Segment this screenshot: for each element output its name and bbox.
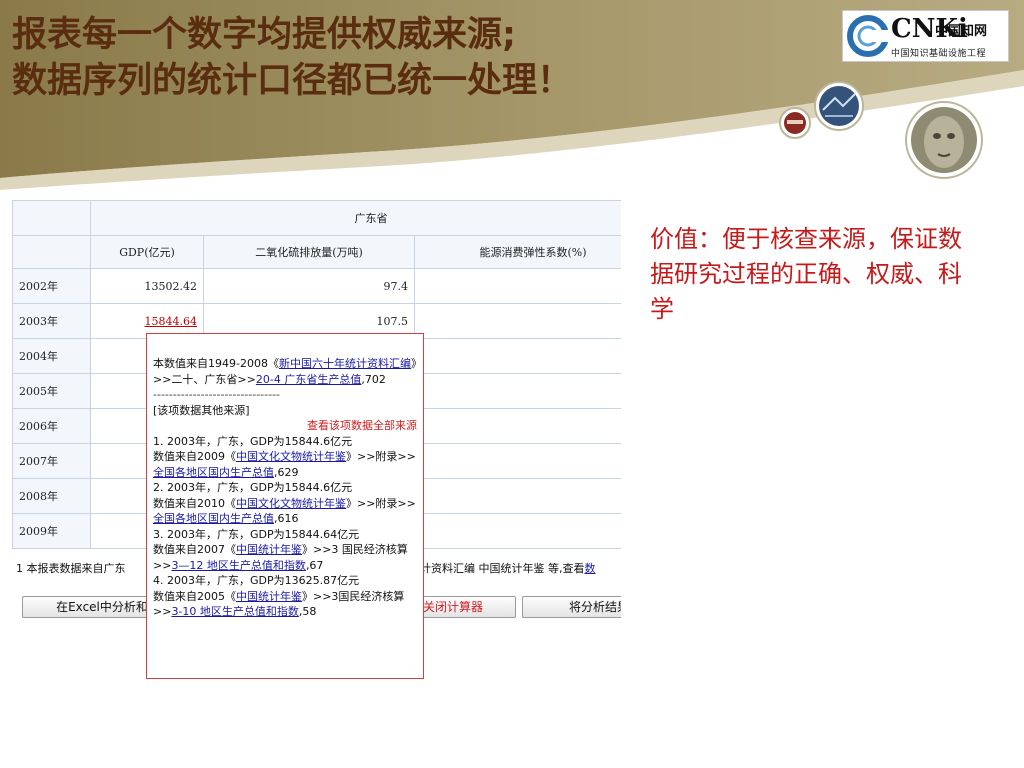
popup-entry-source: 数值来自2010《中国文化文物统计年鉴》>>附录>> 全国各地区国内生产总值,61… — [153, 496, 417, 527]
entry-item-link[interactable]: 3—12 地区生产总值和指数 — [171, 559, 306, 572]
decor-circle-medium — [814, 81, 864, 131]
table-header-columns-row: GDP(亿元) 二氧化硫排放量(万吨) 能源消费弹性系数(%) — [12, 235, 621, 269]
row-year: 2002年 — [12, 268, 91, 304]
slide-title: 报表每一个数字均提供权威来源; 数据序列的统计口径都已统一处理！ — [12, 12, 572, 104]
table-header-region-row: 广东省 — [12, 200, 621, 236]
popup-src-page: ,702 — [361, 372, 386, 386]
entry-mid: 》>>附录>> — [346, 450, 416, 463]
decor-circle-small — [779, 107, 811, 139]
region-header: 广东省 — [90, 200, 621, 236]
cell-energy[interactable]: 1.04 — [414, 303, 621, 339]
popup-other-sources-label: [该项数据其他来源] — [153, 403, 250, 417]
popup-entry-head: 1. 2003年，广东，GDP为15844.6亿元 — [153, 434, 353, 448]
entry-pre: 数值来自2005《 — [153, 589, 236, 603]
entry-pre: 数值来自2010《 — [153, 496, 236, 510]
cell-energy[interactable]: 1.22 — [414, 373, 621, 409]
entry-book-link[interactable]: 中国文化文物统计年鉴 — [236, 497, 346, 510]
entry-item-link[interactable]: 全国各地区国内生产总值 — [153, 512, 274, 525]
table-corner-cell-2 — [12, 235, 91, 269]
popup-entry-source: 数值来自2009《中国文化文物统计年鉴》>>附录>> 全国各地区国内生产总值,62… — [153, 449, 417, 480]
entry-book-link[interactable]: 中国统计年鉴 — [236, 543, 302, 556]
footnote-view-link[interactable]: 数 — [585, 562, 596, 575]
entry-page: ,629 — [274, 465, 299, 479]
decor-circle-large — [905, 101, 983, 179]
cell-energy[interactable]: 0.93 — [414, 268, 621, 304]
cnki-swirl-icon — [847, 15, 889, 57]
entry-book-link[interactable]: 中国统计年鉴 — [236, 590, 302, 603]
popup-primary-source: 本数值来自1949-2008《新中国六十年统计资料汇编》>>二十、广东省>>20… — [153, 356, 417, 387]
cell-so2[interactable]: 97.4 — [203, 268, 415, 304]
popup-entry-head: 4. 2003年，广东，GDP为13625.87亿元 — [153, 574, 360, 587]
row-year: 2007年 — [12, 443, 91, 479]
row-year: 2004年 — [12, 338, 91, 374]
value-note: 价值：便于核查来源，保证数据研究过程的正确、权威、科学 — [650, 225, 962, 323]
table-footnote: 1 本报表数据来自广东 — [16, 562, 126, 575]
cell-energy[interactable]: 0.71 — [414, 513, 621, 549]
save-analysis-result-button[interactable]: 将分析结果 — [522, 596, 621, 618]
entry-item-link[interactable]: 3-10 地区生产总值和指数 — [171, 605, 298, 618]
column-header-so2[interactable]: 二氧化硫排放量(万吨) — [203, 235, 415, 269]
row-year: 2009年 — [12, 513, 91, 549]
cell-energy[interactable]: 0.77 — [414, 408, 621, 444]
entry-page: ,616 — [274, 512, 299, 525]
entry-mid: 》>>附录>> — [346, 496, 416, 510]
view-all-sources-link[interactable]: 查看该项数据全部来源 — [153, 418, 417, 434]
row-year: 2008年 — [12, 478, 91, 514]
column-header-energy[interactable]: 能源消费弹性系数(%) — [414, 235, 621, 269]
logo-chinese-name: 中国知网 — [935, 24, 988, 39]
cnki-logo: CNKi 中国知网 中国知识基础设施工程 — [842, 10, 1009, 62]
popup-entry-head: 2. 2003年，广东，GDP为15844.6亿元 — [153, 481, 353, 494]
entry-item-link[interactable]: 全国各地区国内生产总值 — [153, 466, 274, 479]
cell-gdp[interactable]: 13502.42 — [90, 268, 204, 304]
row-year: 2003年 — [12, 303, 91, 339]
row-year: 2006年 — [12, 408, 91, 444]
entry-book-link[interactable]: 中国文化文物统计年鉴 — [236, 450, 346, 463]
footnote-sources-text: 计资料汇编 中国统计年鉴 等,查看 — [420, 562, 585, 575]
slide-title-line1: 报表每一个数字均提供权威来源; — [12, 15, 516, 55]
table-corner-cell — [12, 200, 91, 236]
row-year: 2005年 — [12, 373, 91, 409]
popup-src-item-link[interactable]: 20-4 广东省生产总值 — [256, 373, 361, 386]
popup-src-book-link[interactable]: 新中国六十年统计资料汇编 — [279, 357, 411, 370]
table-row: 2002年 13502.42 97.4 0.93 — [12, 268, 621, 304]
slide-title-line2: 数据序列的统计口径都已统一处理！ — [12, 61, 573, 101]
data-source-popup: 本数值来自1949-2008《新中国六十年统计资料汇编》>>二十、广东省>>20… — [146, 333, 424, 679]
cell-energy[interactable]: 1.09 — [414, 338, 621, 374]
popup-entry-source: 数值来自2007《中国统计年鉴》>>3 国民经济核算>>3—12 地区生产总值和… — [153, 542, 417, 573]
cell-energy[interactable]: 0.74 — [414, 443, 621, 479]
popup-divider: -------------------------------- — [153, 388, 281, 401]
entry-pre: 数值来自2007《 — [153, 543, 236, 556]
entry-page: ,58 — [298, 605, 317, 618]
popup-entry-source: 数值来自2005《中国统计年鉴》>>3国民经济核算>>3-10 地区生产总值和指… — [153, 589, 417, 620]
table-footnote-sources: 计资料汇编 中国统计年鉴 等,查看数 — [420, 560, 596, 576]
cell-energy[interactable]: 0.52 — [414, 478, 621, 514]
popup-entry-head: 3. 2003年，广东，GDP为15844.64亿元 — [153, 527, 360, 541]
popup-src-prefix: 本数值来自1949-2008《 — [153, 357, 279, 370]
entry-pre: 数值来自2009《 — [153, 450, 236, 463]
column-header-gdp[interactable]: GDP(亿元) — [90, 235, 204, 269]
entry-page: ,67 — [305, 558, 324, 572]
close-calculator-button[interactable]: 关闭计算器 — [420, 596, 516, 618]
logo-subtitle: 中国知识基础设施工程 — [891, 49, 987, 59]
